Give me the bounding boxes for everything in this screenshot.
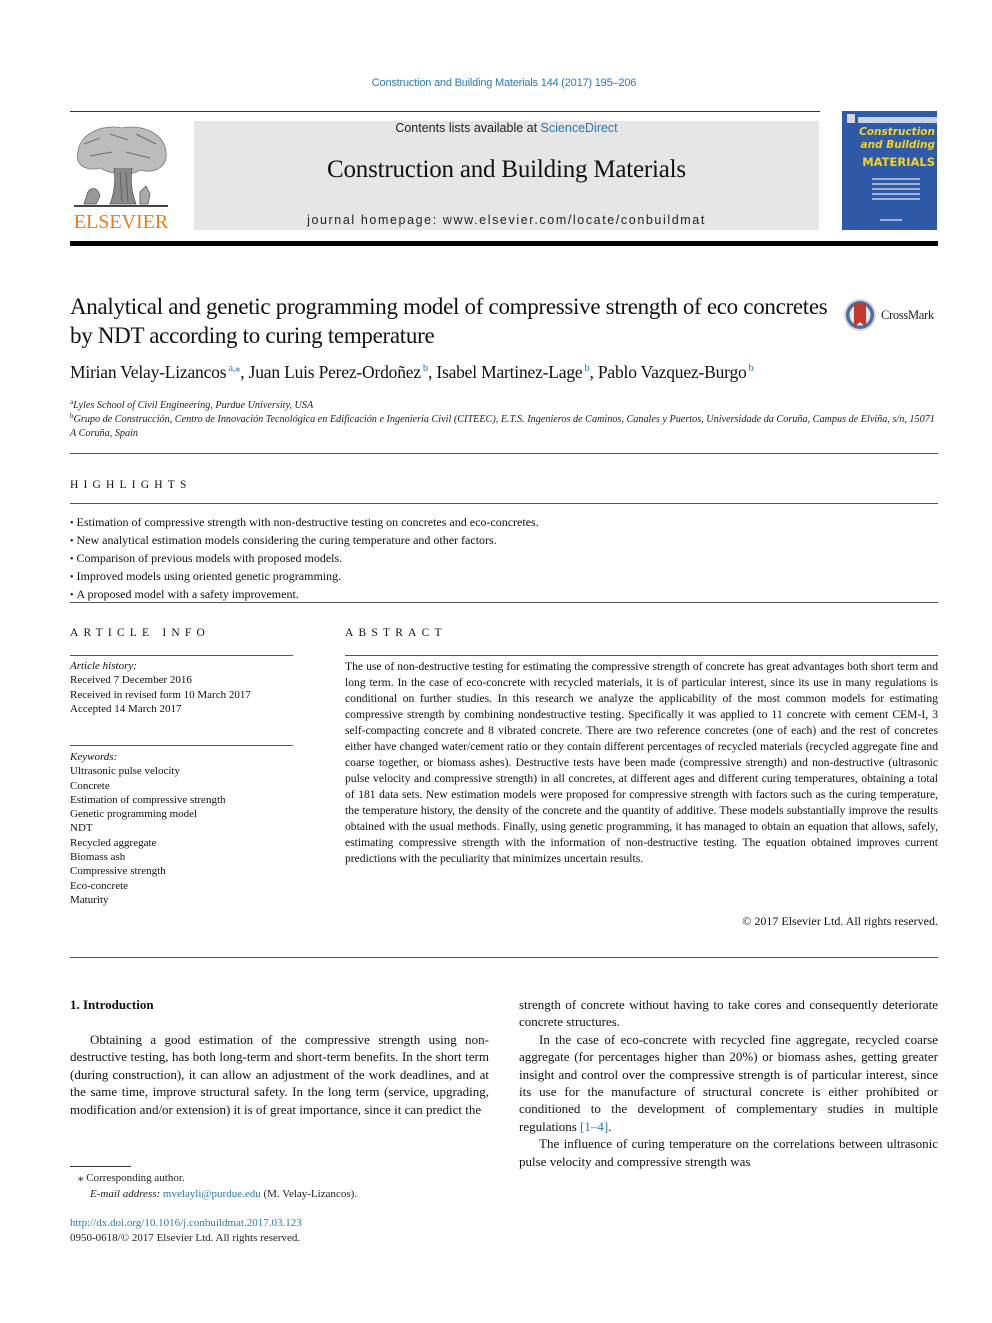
- keyword-item: Maturity: [70, 893, 109, 906]
- body-column-right: strength of concrete without having to t…: [519, 996, 938, 1170]
- divider: [70, 745, 293, 746]
- highlight-item: Estimation of compressive strength with …: [70, 514, 940, 532]
- author-name[interactable]: Juan Luis Perez-Ordoñez: [249, 362, 421, 382]
- journal-reference-link[interactable]: Construction and Building Materials 144 …: [0, 77, 992, 89]
- author-name[interactable]: Pablo Vazquez-Burgo: [598, 362, 747, 382]
- tree-icon: [74, 126, 168, 207]
- header-thick-rule: [70, 241, 938, 246]
- cover-title: Construction and Building: [844, 126, 935, 152]
- body-column-left: Obtaining a good estimation of the compr…: [70, 1031, 489, 1118]
- keyword-item: Biomass ash: [70, 851, 126, 864]
- homepage-prefix: journal homepage:: [307, 213, 443, 227]
- contents-prefix: Contents lists available at: [395, 121, 541, 135]
- keywords: Keywords: Ultrasonic pulse velocity Conc…: [70, 750, 300, 907]
- corresponding-author-note: ⁎ Corresponding author.: [70, 1171, 490, 1187]
- history-item: Received 7 December 2016: [70, 674, 192, 687]
- author[interactable]: Mirian Velay-Lizancos a,⁎,: [70, 362, 249, 382]
- keyword-item: Ultrasonic pulse velocity: [70, 765, 180, 778]
- article-history: Article history: Received 7 December 201…: [70, 659, 300, 716]
- email-owner: (M. Velay-Lizancos).: [260, 1187, 358, 1200]
- highlights-heading: HIGHLIGHTS: [70, 479, 192, 491]
- divider: [70, 957, 938, 958]
- history-item: Accepted 14 March 2017: [70, 702, 182, 715]
- section-heading-introduction: 1. Introduction: [70, 997, 154, 1012]
- keyword-item: NDT: [70, 822, 93, 835]
- body-paragraph: The influence of curing temperature on t…: [519, 1136, 938, 1169]
- footnote-mark: ⁎: [78, 1172, 84, 1184]
- divider: [70, 503, 938, 504]
- article-title: Analytical and genetic programming model…: [70, 294, 828, 348]
- email-label: E-mail address:: [90, 1187, 163, 1200]
- abstract-copyright: © 2017 Elsevier Ltd. All rights reserved…: [742, 914, 938, 928]
- author[interactable]: Isabel Martinez-Lage b,: [436, 362, 598, 382]
- highlights-list: Estimation of compressive strength with …: [70, 514, 940, 604]
- issn-line: 0950-0618/© 2017 Elsevier Ltd. All right…: [70, 1232, 301, 1244]
- divider: [70, 453, 938, 454]
- author-name[interactable]: Mirian Velay-Lizancos: [70, 362, 227, 382]
- divider: [70, 655, 293, 656]
- highlight-item: New analytical estimation models conside…: [70, 532, 940, 550]
- keyword-item: Genetic programming model: [70, 808, 198, 821]
- cover-title-line: Construction: [859, 126, 935, 138]
- doi-block: http://dx.doi.org/10.1016/j.conbuildmat.…: [70, 1216, 490, 1246]
- keywords-label: Keywords:: [70, 751, 118, 763]
- author[interactable]: Pablo Vazquez-Burgo b: [598, 362, 754, 382]
- journal-cover-image: Construction and Building MATERIALS: [842, 111, 937, 230]
- cover-title-line: and Building: [860, 139, 935, 151]
- author-affiliation-mark[interactable]: a,⁎: [228, 363, 240, 374]
- email-note: E-mail address: mvelayli@purdue.edu (M. …: [70, 1187, 490, 1203]
- doi-link[interactable]: http://dx.doi.org/10.1016/j.conbuildmat.…: [70, 1216, 490, 1231]
- header-rule: [70, 111, 820, 112]
- abstract-heading: ABSTRACT: [345, 627, 447, 639]
- crossmark-label: CrossMark: [881, 308, 934, 322]
- crossmark-icon: [844, 299, 876, 331]
- body-paragraph: In the case of eco-concrete with recycle…: [519, 1031, 938, 1135]
- cover-footer-line: [880, 219, 902, 221]
- cover-title-materials: MATERIALS: [862, 155, 935, 169]
- cover-subtitle-lines: [872, 175, 920, 205]
- homepage-url-link[interactable]: www.elsevier.com/locate/conbuildmat: [443, 213, 706, 227]
- email-link[interactable]: mvelayli@purdue.edu: [163, 1188, 261, 1200]
- journal-reference-text[interactable]: Construction and Building Materials 144 …: [372, 77, 637, 89]
- citation-link[interactable]: [1–4]: [580, 1119, 608, 1134]
- divider: [70, 602, 938, 603]
- keyword-item: Eco-concrete: [70, 879, 129, 892]
- cover-band: [858, 117, 937, 123]
- keyword-item: Estimation of compressive strength: [70, 793, 226, 806]
- article-info-heading: ARTICLE INFO: [70, 627, 210, 639]
- highlight-item: Improved models using oriented genetic p…: [70, 568, 940, 586]
- footnote-text: Corresponding author.: [86, 1172, 185, 1184]
- abstract-text: The use of non-destructive testing for e…: [345, 660, 938, 865]
- cover-publisher-icon: [847, 114, 855, 123]
- affiliation-b: bGrupo de Construcción, Centro de Innova…: [70, 409, 940, 441]
- elsevier-logo-text: ELSEVIER: [73, 211, 169, 233]
- author-list: Mirian Velay-Lizancos a,⁎, Juan Luis Pere…: [70, 362, 940, 383]
- journal-homepage: journal homepage: www.elsevier.com/locat…: [194, 213, 819, 227]
- divider: [345, 655, 938, 656]
- sciencedirect-link[interactable]: ScienceDirect: [541, 121, 618, 135]
- body-paragraph: Obtaining a good estimation of the compr…: [70, 1032, 489, 1117]
- footnote: ⁎ Corresponding author. E-mail address: …: [70, 1171, 490, 1202]
- history-item: Received in revised form 10 March 2017: [70, 688, 251, 701]
- crossmark-button[interactable]: CrossMark: [843, 297, 943, 333]
- keyword-item: Compressive strength: [70, 865, 166, 878]
- author-separator: ,: [240, 362, 249, 382]
- affiliation-text: Grupo de Construcción, Centro de Innovac…: [70, 414, 935, 439]
- keyword-item: Concrete: [70, 779, 110, 792]
- author[interactable]: Juan Luis Perez-Ordoñez b,: [249, 362, 437, 382]
- author-separator: ,: [589, 362, 598, 382]
- contents-line: Contents lists available at ScienceDirec…: [194, 121, 819, 135]
- keyword-item: Recycled aggregate: [70, 836, 157, 849]
- highlight-item: Comparison of previous models with propo…: [70, 550, 940, 568]
- author-name[interactable]: Isabel Martinez-Lage: [436, 362, 582, 382]
- journal-title: Construction and Building Materials: [327, 156, 686, 183]
- article-history-label: Article history:: [70, 660, 137, 672]
- footnote-rule: [70, 1166, 131, 1167]
- author-affiliation-mark[interactable]: b: [749, 363, 754, 374]
- body-paragraph: strength of concrete without having to t…: [519, 997, 938, 1030]
- paragraph-text: .: [608, 1118, 612, 1134]
